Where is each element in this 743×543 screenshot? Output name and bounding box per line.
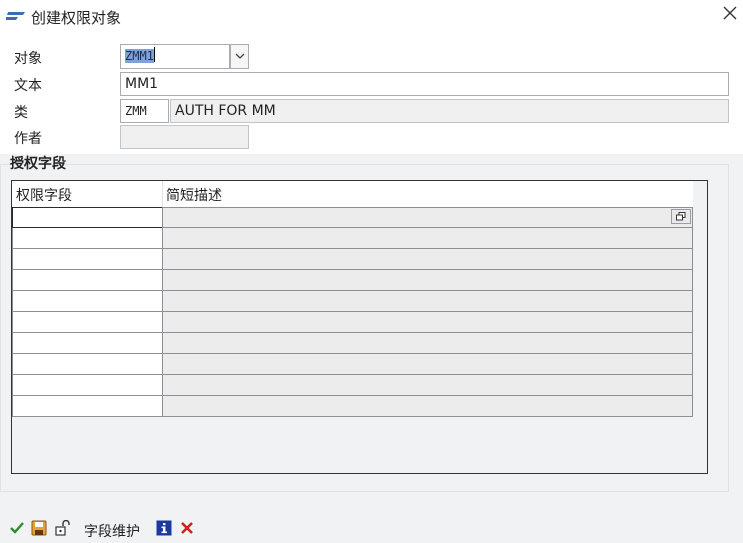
class-label: 类: [14, 105, 28, 121]
window-title: 创建权限对象: [31, 9, 122, 27]
table-header: 权限字段 简短描述: [12, 181, 693, 207]
description-cell: [162, 312, 693, 333]
table-row: [12, 270, 693, 291]
section-title: 授权字段: [10, 156, 66, 172]
field-cell[interactable]: [12, 375, 163, 396]
table-row: [12, 228, 693, 249]
table-row: [12, 249, 693, 270]
description-cell: [162, 228, 693, 249]
field-maintenance-button[interactable]: 字段维护: [84, 521, 140, 541]
bottom-toolbar: 字段维护: [0, 512, 743, 543]
description-cell: [162, 375, 693, 396]
save-icon[interactable]: [31, 520, 49, 538]
column-header-description[interactable]: 简短描述: [166, 185, 222, 205]
description-cell: [162, 396, 693, 417]
table-row: [12, 354, 693, 375]
table-row: [12, 291, 693, 312]
description-cell: [162, 354, 693, 375]
lock-icon[interactable]: [54, 519, 72, 538]
description-cell: [162, 270, 693, 291]
field-cell[interactable]: [12, 291, 163, 312]
object-input[interactable]: ZMM1: [120, 44, 230, 69]
description-cell: [162, 291, 693, 312]
table-row: [12, 375, 693, 396]
description-cell: [162, 249, 693, 270]
app-icon: [6, 12, 25, 20]
cancel-icon[interactable]: [179, 520, 197, 538]
field-cell[interactable]: [12, 270, 163, 291]
value-help-button[interactable]: [671, 209, 691, 224]
text-cursor: [153, 47, 155, 62]
header-form: 对象 ZMM1 文本 MM1 类 ZMM AUTH FOR MM 作者: [0, 34, 743, 154]
field-cell[interactable]: [12, 228, 163, 249]
object-dropdown-button[interactable]: [230, 44, 249, 69]
close-icon[interactable]: [721, 6, 739, 24]
field-cell[interactable]: [12, 396, 163, 417]
table-row: [12, 207, 693, 228]
column-header-field[interactable]: 权限字段: [16, 185, 72, 205]
object-label: 对象: [14, 51, 42, 67]
chevron-down-icon: [235, 53, 245, 59]
checkmark-icon[interactable]: [9, 520, 27, 538]
table-row: [12, 312, 693, 333]
column-divider: [162, 181, 163, 207]
field-cell[interactable]: [12, 354, 163, 375]
field-cell[interactable]: [12, 249, 163, 270]
field-cell[interactable]: [12, 312, 163, 333]
text-input[interactable]: MM1: [120, 72, 729, 96]
class-description: AUTH FOR MM: [170, 99, 729, 123]
description-cell: [162, 207, 693, 228]
field-cell[interactable]: [12, 207, 163, 228]
field-cell[interactable]: [12, 333, 163, 354]
author-label: 作者: [14, 131, 42, 147]
table-row: [12, 396, 693, 417]
class-code-input[interactable]: ZMM: [120, 99, 169, 123]
text-label: 文本: [14, 78, 42, 94]
value-help-icon: [676, 212, 686, 221]
table-row: [12, 333, 693, 354]
author-field: [120, 125, 249, 149]
title-bar: 创建权限对象: [0, 0, 743, 34]
object-value: ZMM1: [125, 49, 154, 63]
info-icon[interactable]: [156, 520, 174, 538]
description-cell: [162, 333, 693, 354]
